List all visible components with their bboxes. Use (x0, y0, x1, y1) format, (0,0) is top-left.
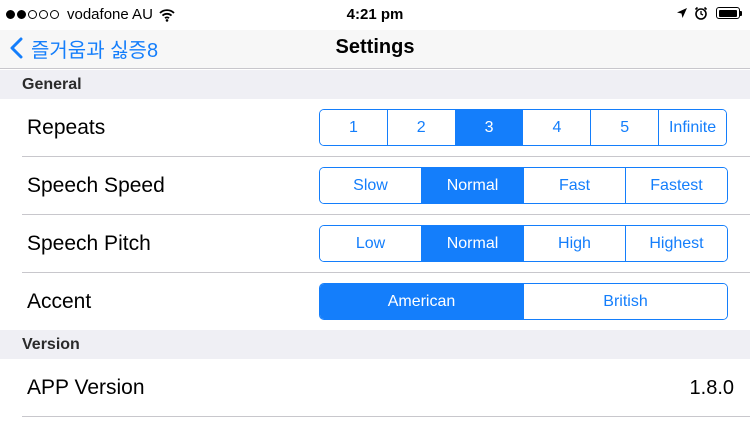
repeats-option-3[interactable]: 3 (455, 110, 524, 145)
status-bar-right (670, 6, 742, 20)
status-time: 4:21 pm (346, 6, 404, 23)
setting-row-speech-pitch: Speech Pitch Low Normal High Highest (0, 215, 750, 273)
accent-option-british[interactable]: British (524, 284, 727, 319)
battery-icon (716, 7, 742, 19)
speech-speed-option-slow[interactable]: Slow (320, 168, 422, 203)
repeats-option-infinite[interactable]: Infinite (659, 110, 726, 145)
speech-pitch-label: Speech Pitch (27, 232, 151, 255)
speech-speed-label: Speech Speed (27, 174, 165, 197)
speech-speed-option-fast[interactable]: Fast (524, 168, 626, 203)
speech-speed-option-fastest[interactable]: Fastest (626, 168, 727, 203)
battery-body (716, 7, 740, 19)
speech-pitch-option-highest[interactable]: Highest (626, 226, 727, 261)
speech-pitch-segmented-control: Low Normal High Highest (319, 225, 728, 262)
app-version-value: 1.8.0 (689, 377, 734, 399)
location-arrow-icon (677, 8, 687, 18)
navigation-bar: 즐거움과 싫증8 Settings (0, 30, 750, 69)
speech-speed-segmented-control: Slow Normal Fast Fastest (319, 167, 728, 204)
repeats-option-4[interactable]: 4 (523, 110, 592, 145)
status-bar: vodafone AU 4:21 pm (0, 0, 750, 30)
repeats-segmented-control: 1 2 3 4 5 Infinite (319, 109, 727, 146)
setting-row-speech-speed: Speech Speed Slow Normal Fast Fastest (0, 157, 750, 215)
page-title: Settings (335, 36, 415, 58)
app-version-label: APP Version (27, 376, 145, 399)
speech-speed-option-normal[interactable]: Normal (422, 168, 524, 203)
repeats-label: Repeats (27, 116, 106, 139)
accent-segmented-control: American British (319, 283, 728, 320)
setting-row-app-version: APP Version 1.8.0 (0, 359, 750, 417)
section-header-general: General (0, 70, 750, 99)
battery-fill (718, 9, 737, 17)
setting-row-repeats: Repeats 1 2 3 4 5 Infinite (0, 99, 750, 157)
setting-row-accent: Accent American British (0, 273, 750, 331)
speech-pitch-option-normal[interactable]: Normal (422, 226, 524, 261)
repeats-option-5[interactable]: 5 (591, 110, 660, 145)
section-header-version: Version (0, 330, 750, 359)
accent-option-american[interactable]: American (320, 284, 524, 319)
speech-pitch-option-high[interactable]: High (524, 226, 626, 261)
battery-tip (740, 10, 742, 16)
alarm-icon (694, 6, 708, 20)
repeats-option-1[interactable]: 1 (320, 110, 388, 145)
accent-label: Accent (27, 290, 92, 313)
speech-pitch-option-low[interactable]: Low (320, 226, 422, 261)
repeats-option-2[interactable]: 2 (387, 110, 456, 145)
